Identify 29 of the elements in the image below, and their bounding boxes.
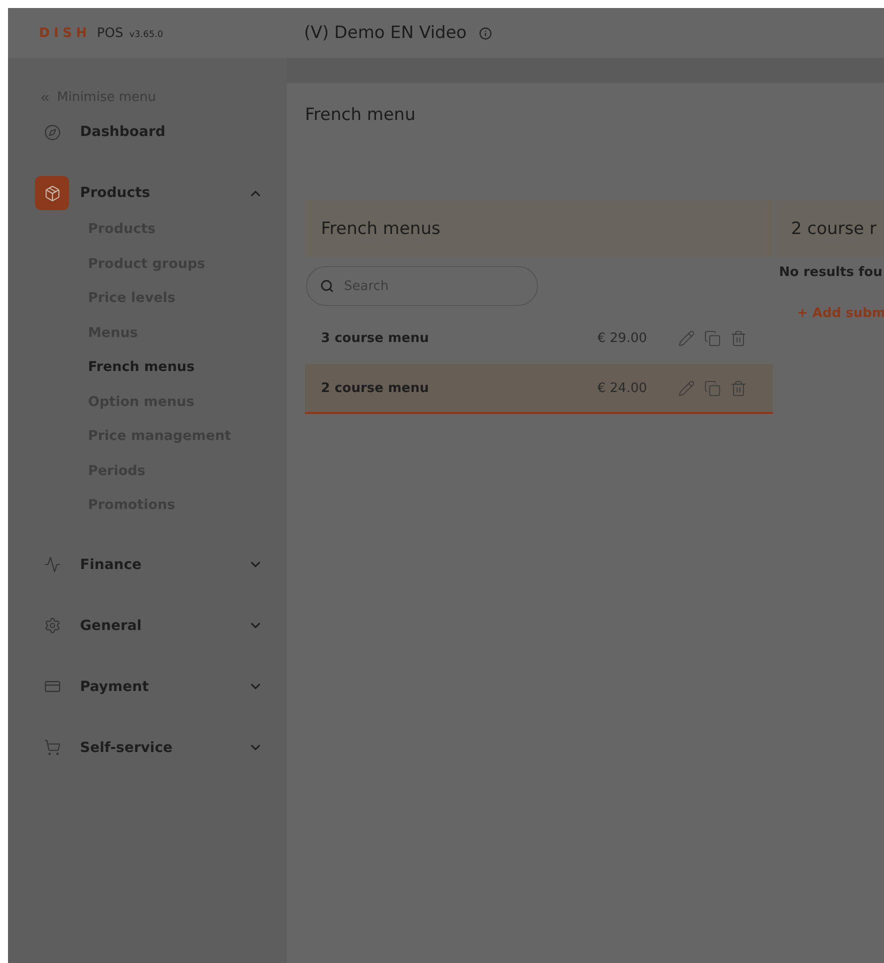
sidebar-item[interactable]: Products xyxy=(8,174,287,212)
menu-price: € 29.00 xyxy=(597,330,647,346)
menu-name: 3 course menu xyxy=(321,330,430,346)
menu-row[interactable]: 3 course menu € 29.00 xyxy=(305,314,773,364)
sidebar-item[interactable]: Finance xyxy=(8,546,287,584)
delete-button[interactable] xyxy=(730,330,747,346)
version-label: v3.65.0 xyxy=(129,30,164,40)
page-title: French menu xyxy=(305,105,416,125)
info-icon[interactable] xyxy=(478,26,492,40)
edit-button[interactable] xyxy=(678,380,695,396)
sidebar-item[interactable]: Payment xyxy=(8,668,287,706)
venue-title: (V) Demo EN Video xyxy=(304,23,467,43)
sidebar-item[interactable]: Dashboard xyxy=(8,113,287,151)
sidebar-item[interactable]: General xyxy=(8,606,287,644)
logo-product: POS xyxy=(96,26,124,40)
empty-message: No results fou xyxy=(779,265,884,280)
panel-header: French menus xyxy=(305,200,773,257)
menu-name: 2 course menu xyxy=(321,380,430,396)
menu-price: € 24.00 xyxy=(597,380,647,396)
panel-header: 2 course r xyxy=(775,200,884,257)
sidebar-item[interactable]: Self-service xyxy=(8,728,287,766)
delete-button[interactable] xyxy=(730,380,747,396)
copy-button[interactable] xyxy=(704,330,721,346)
logo-brand: DISH xyxy=(39,26,91,40)
edit-button[interactable] xyxy=(678,330,695,346)
search-icon xyxy=(320,279,334,293)
copy-button[interactable] xyxy=(704,380,721,396)
submenu-item[interactable]: French menus xyxy=(8,350,195,384)
menu-row[interactable]: 2 course menu € 24.00 xyxy=(305,364,773,414)
